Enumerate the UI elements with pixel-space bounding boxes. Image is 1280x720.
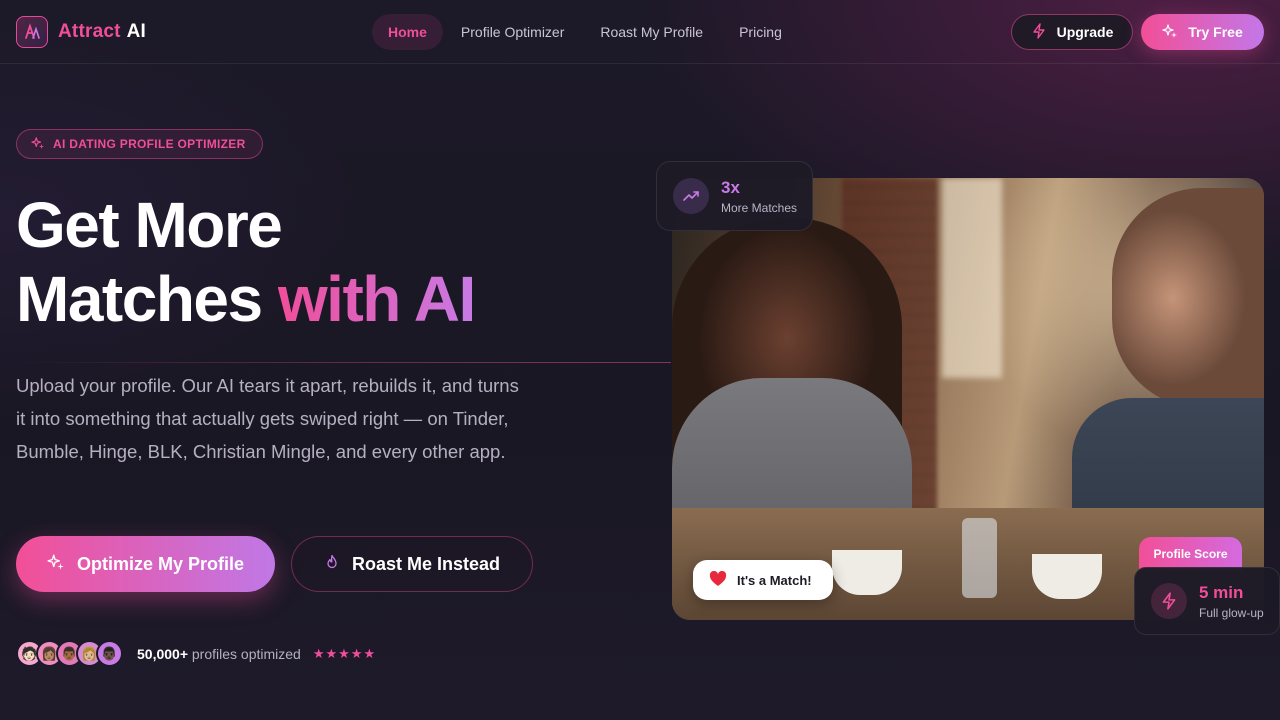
match-notification: It's a Match! [693, 560, 833, 600]
nav-roast-my-profile[interactable]: Roast My Profile [582, 14, 721, 50]
profiles-count: 50,000+ [137, 645, 188, 662]
optimize-profile-button[interactable]: Optimize My Profile [16, 536, 275, 592]
logo-icon [16, 16, 48, 48]
profile-score-tab: Profile Score [1139, 537, 1242, 571]
lightning-icon [1031, 22, 1047, 42]
avatar: 👨🏿 [96, 640, 123, 667]
top-navbar: Attract AI Home Profile Optimizer Roast M… [0, 0, 1280, 64]
hero-headline: Get More Matches with AI [16, 188, 476, 336]
hero-badge: AI DATING PROFILE OPTIMIZER [16, 129, 263, 159]
trending-up-icon [673, 178, 709, 214]
nav-home[interactable]: Home [372, 14, 443, 50]
try-free-label: Try Free [1188, 24, 1243, 40]
try-free-button[interactable]: Try Free [1141, 14, 1264, 50]
glow-up-card: 5 min Full glow-up [1134, 567, 1280, 635]
flame-icon [324, 554, 340, 575]
photo-window-light [942, 178, 1002, 378]
roast-me-label: Roast Me Instead [351, 553, 501, 574]
badge-label: AI DATING PROFILE OPTIMIZER [53, 137, 246, 151]
sparkles-icon [1162, 23, 1178, 42]
roast-me-button[interactable]: Roast Me Instead [291, 536, 533, 592]
match-label: It's a Match! [737, 572, 812, 588]
lightning-icon [1151, 583, 1187, 619]
heart-icon [709, 570, 727, 590]
matches-label: More Matches [721, 200, 798, 215]
upgrade-button[interactable]: Upgrade [1011, 14, 1133, 50]
main-menu: Home Profile Optimizer Roast My Profile … [372, 14, 800, 50]
brand-name: Attract AI [58, 21, 147, 42]
photo-man [1112, 188, 1264, 408]
matches-multiplier: 3x [721, 177, 740, 197]
headline-line2-accent: with AI [277, 263, 476, 335]
social-proof-text: 50,000+ profiles optimized [137, 646, 301, 662]
nav-profile-optimizer[interactable]: Profile Optimizer [443, 14, 582, 50]
photo-cup [1032, 554, 1102, 599]
headline-line1: Get More [16, 189, 283, 261]
sparkles-icon [31, 136, 45, 153]
sparkles-icon [47, 553, 65, 576]
headline-line2-plain: Matches [16, 263, 263, 335]
photo-glass [962, 518, 997, 598]
optimize-profile-label: Optimize My Profile [76, 553, 245, 574]
photo-cup [832, 550, 902, 595]
more-matches-card: 3x More Matches [656, 161, 813, 231]
nav-pricing[interactable]: Pricing [721, 14, 800, 50]
profiles-label: profiles optimized [191, 645, 301, 662]
glow-up-time: 5 min [1199, 582, 1244, 602]
upgrade-label: Upgrade [1056, 24, 1114, 40]
brand-logo[interactable]: Attract AI [16, 16, 146, 48]
avatar-stack: 🧑🏻 👩🏽 👨🏾 👩🏼 👨🏿 [16, 640, 123, 667]
decorative-divider [16, 362, 671, 363]
rating-stars: ★★★★★ [312, 645, 377, 661]
hero-subtext: Upload your profile. Our AI tears it apa… [16, 375, 519, 462]
social-proof: 🧑🏻 👩🏽 👨🏾 👩🏼 👨🏿 50,000+ profiles optimize… [16, 640, 376, 667]
glow-up-label: Full glow-up [1199, 605, 1264, 620]
